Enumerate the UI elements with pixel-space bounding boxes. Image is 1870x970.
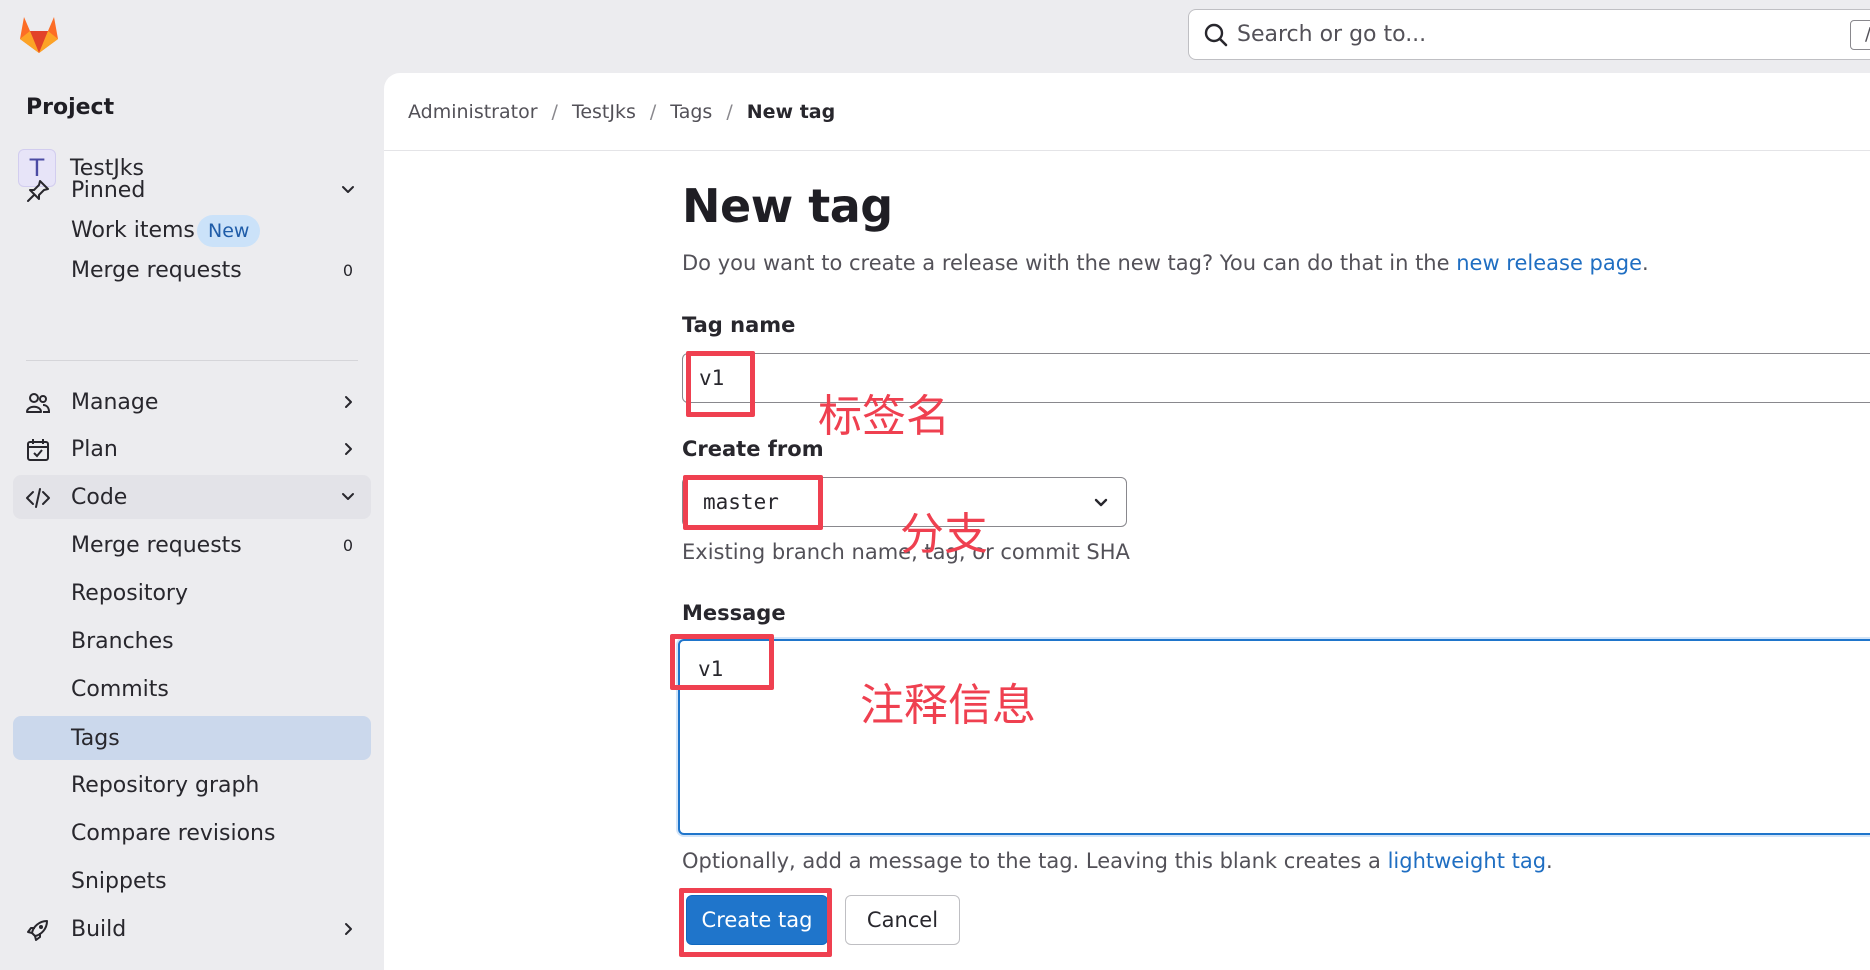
sidebar-item-compare-revisions[interactable]: Compare revisions bbox=[13, 811, 371, 855]
sidebar-item-label: Merge requests bbox=[71, 532, 242, 558]
breadcrumb-divider bbox=[384, 150, 1870, 151]
new-badge: New bbox=[197, 215, 261, 247]
count-badge: 0 bbox=[342, 260, 353, 280]
sidebar-item-label: Repository bbox=[71, 580, 188, 606]
breadcrumb-item-administrator[interactable]: Administrator bbox=[408, 101, 538, 123]
breadcrumb-item-project[interactable]: TestJks bbox=[572, 101, 636, 123]
sidebar-item-label: Plan bbox=[71, 436, 118, 462]
cancel-button[interactable]: Cancel bbox=[845, 895, 960, 945]
chevron-right-icon bbox=[345, 923, 352, 935]
sidebar-item-label: Branches bbox=[71, 628, 174, 654]
create-from-select[interactable]: master bbox=[682, 477, 1127, 527]
message-help-text: Optionally, add a message to the tag. Le… bbox=[682, 849, 1388, 873]
code-icon bbox=[26, 488, 50, 508]
message-help-end: . bbox=[1546, 849, 1553, 873]
message-help: Optionally, add a message to the tag. Le… bbox=[682, 849, 1553, 873]
chevron-down-icon bbox=[342, 493, 354, 500]
create-tag-button[interactable]: Create tag bbox=[686, 895, 828, 945]
sidebar-item-manage[interactable]: Manage bbox=[13, 380, 371, 424]
chevron-down-icon bbox=[1094, 498, 1108, 507]
main-panel: Administrator / TestJks / Tags / New tag… bbox=[384, 73, 1870, 970]
sidebar-item-label: Work items bbox=[71, 217, 195, 243]
sidebar-item-label: Code bbox=[71, 484, 128, 510]
sidebar-item-code[interactable]: Code bbox=[13, 475, 371, 519]
search-placeholder: Search or go to... bbox=[1237, 22, 1427, 47]
sidebar-item-label: Repository graph bbox=[71, 772, 260, 798]
chevron-right-icon bbox=[345, 396, 352, 408]
tag-name-input[interactable] bbox=[682, 353, 1870, 403]
chevron-right-icon bbox=[345, 443, 352, 455]
sidebar-item-label: Manage bbox=[71, 389, 159, 415]
sidebar: Project T TestJks Pinned Work items New … bbox=[0, 73, 384, 970]
sidebar-divider bbox=[26, 360, 358, 361]
create-from-value: master bbox=[703, 490, 779, 514]
tag-name-label: Tag name bbox=[682, 313, 796, 337]
breadcrumb-separator: / bbox=[551, 100, 558, 123]
sidebar-item-repository[interactable]: Repository bbox=[13, 571, 371, 615]
sidebar-item-repository-graph[interactable]: Repository graph bbox=[13, 763, 371, 807]
sidebar-item-commits[interactable]: Commits bbox=[13, 667, 371, 711]
page-title: New tag bbox=[682, 179, 893, 233]
breadcrumb: Administrator / TestJks / Tags / New tag bbox=[408, 73, 835, 150]
new-release-page-link[interactable]: new release page bbox=[1456, 251, 1642, 275]
sidebar-item-pinned-merge-requests[interactable]: Merge requests 0 bbox=[13, 248, 371, 292]
pin-icon bbox=[27, 180, 49, 202]
sidebar-item-label: Merge requests bbox=[71, 257, 242, 283]
search-icon bbox=[1204, 23, 1228, 46]
users-icon bbox=[26, 393, 51, 413]
calendar-icon bbox=[27, 439, 49, 461]
search-box[interactable]: Search or go to... / bbox=[1188, 9, 1870, 60]
sidebar-item-merge-requests[interactable]: Merge requests 0 bbox=[13, 523, 371, 567]
rocket-icon bbox=[27, 920, 48, 941]
count-badge: 0 bbox=[342, 535, 353, 555]
create-from-label: Create from bbox=[682, 437, 824, 461]
gitlab-logo-icon[interactable] bbox=[17, 13, 61, 55]
intro-text: Do you want to create a release with the… bbox=[682, 251, 1457, 275]
sidebar-item-work-items[interactable]: Work items New bbox=[13, 208, 371, 252]
sidebar-item-label: Tags bbox=[71, 725, 120, 751]
breadcrumb-item-current[interactable]: New tag bbox=[747, 101, 835, 123]
sidebar-item-tags[interactable]: Tags bbox=[13, 716, 371, 760]
breadcrumb-item-tags[interactable]: Tags bbox=[670, 101, 712, 123]
chevron-down-icon bbox=[342, 186, 354, 193]
page-intro: Do you want to create a release with the… bbox=[682, 251, 1649, 275]
sidebar-item-label: Snippets bbox=[71, 868, 167, 894]
message-label: Message bbox=[682, 601, 786, 625]
message-textarea[interactable]: v1 bbox=[678, 639, 1870, 835]
breadcrumb-separator: / bbox=[726, 100, 733, 123]
create-from-help: Existing branch name, tag, or commit SHA bbox=[682, 540, 1130, 564]
sidebar-heading: Project bbox=[26, 95, 115, 120]
sidebar-item-pinned[interactable]: Pinned bbox=[13, 168, 371, 212]
intro-end: . bbox=[1642, 251, 1649, 275]
sidebar-item-label: Build bbox=[71, 916, 127, 942]
lightweight-tag-link[interactable]: lightweight tag bbox=[1388, 849, 1546, 873]
breadcrumb-separator: / bbox=[649, 100, 657, 123]
sidebar-item-label: Compare revisions bbox=[71, 820, 276, 846]
sidebar-item-build[interactable]: Build bbox=[13, 907, 371, 951]
sidebar-item-label: Commits bbox=[71, 676, 169, 702]
sidebar-item-branches[interactable]: Branches bbox=[13, 619, 371, 663]
sidebar-item-snippets[interactable]: Snippets bbox=[13, 859, 371, 903]
top-bar: Search or go to... / bbox=[0, 0, 1870, 73]
sidebar-item-plan[interactable]: Plan bbox=[13, 427, 371, 471]
search-shortcut-key: / bbox=[1850, 20, 1870, 50]
sidebar-item-label: Pinned bbox=[71, 177, 146, 203]
